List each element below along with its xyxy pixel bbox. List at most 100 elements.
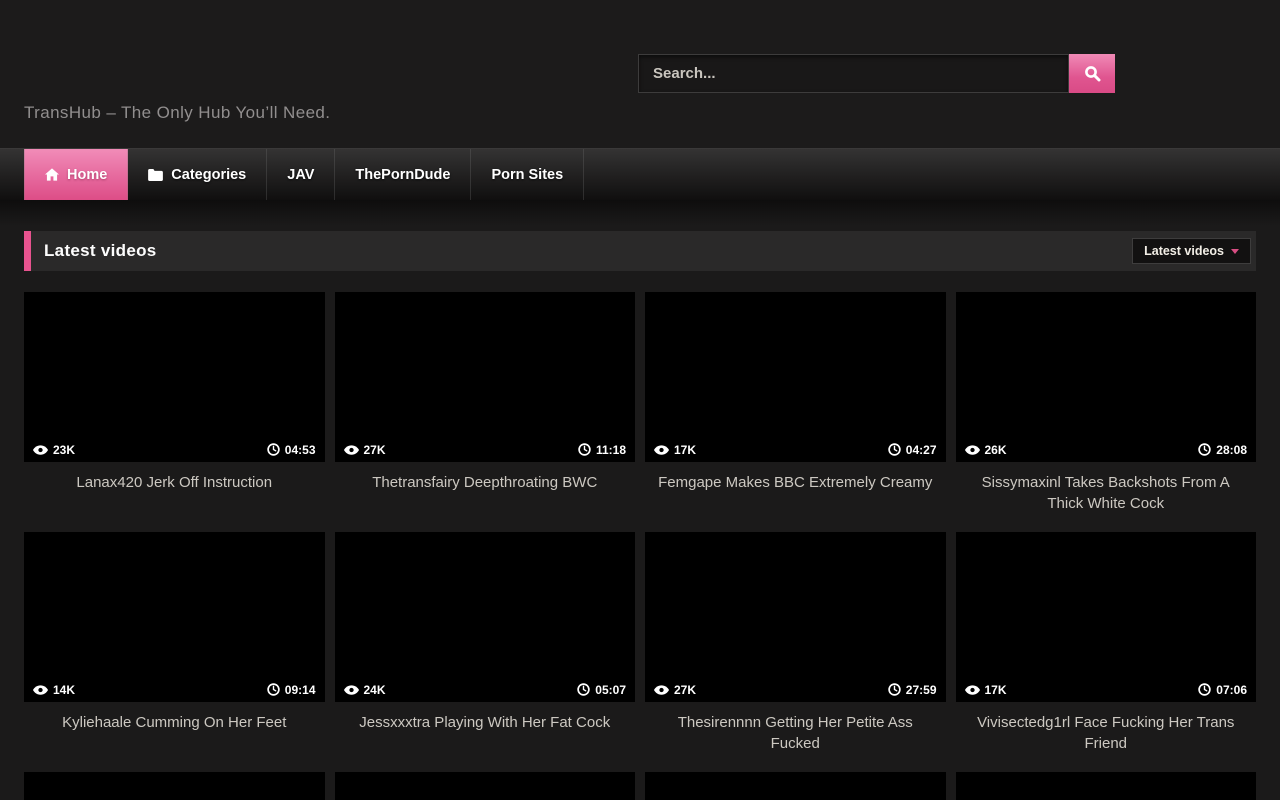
views-stat: 24K — [344, 683, 386, 697]
video-duration: 09:14 — [285, 683, 316, 697]
video-duration: 27:59 — [906, 683, 937, 697]
video-views: 24K — [364, 683, 386, 697]
nav-item-theporndude[interactable]: ThePornDude — [335, 149, 471, 200]
video-title[interactable]: Thetransfairy Deepthroating BWC — [335, 462, 636, 493]
video-thumbnail[interactable]: 17K 07:06 — [956, 532, 1257, 702]
video-duration: 11:18 — [596, 443, 626, 457]
video-card[interactable]: 27K 27:59 Thesirennnn Getting Her Petite… — [645, 532, 946, 772]
video-card[interactable]: 24K 05:07 Jessxxxtra Playing With Her Fa… — [335, 532, 636, 772]
video-stats-bar: 24K 05:07 — [335, 677, 636, 702]
sort-dropdown[interactable]: Latest videos — [1132, 238, 1251, 264]
nav-item-label: JAV — [287, 167, 314, 183]
duration-stat: 07:06 — [1198, 683, 1247, 697]
duration-stat: 28:08 — [1198, 443, 1247, 457]
video-duration: 07:06 — [1216, 683, 1247, 697]
video-stats-bar: 27K 11:18 — [335, 437, 636, 462]
clock-icon — [1198, 443, 1211, 456]
views-stat: 26K — [965, 443, 1007, 457]
caret-down-icon — [1231, 249, 1239, 254]
video-card[interactable]: 26K 28:08 Sissymaxinl Takes Backshots Fr… — [956, 292, 1257, 532]
video-card-partial[interactable] — [645, 772, 946, 800]
video-card[interactable]: 27K 11:18 Thetransfairy Deepthroating BW… — [335, 292, 636, 532]
nav-shadow — [0, 200, 1280, 226]
sort-dropdown-label: Latest videos — [1144, 244, 1224, 258]
clock-icon — [267, 683, 280, 696]
video-thumbnail[interactable] — [645, 772, 946, 800]
home-icon — [45, 168, 59, 181]
eye-icon — [33, 685, 48, 695]
eye-icon — [344, 685, 359, 695]
video-thumbnail[interactable]: 14K 09:14 — [24, 532, 325, 702]
clock-icon — [577, 683, 590, 696]
video-card[interactable]: 17K 04:27 Femgape Makes BBC Extremely Cr… — [645, 292, 946, 532]
eye-icon — [965, 685, 980, 695]
nav-item-home[interactable]: Home — [24, 149, 128, 200]
nav-item-porn-sites[interactable]: Porn Sites — [471, 149, 584, 200]
nav-item-label: Categories — [171, 167, 246, 183]
eye-icon — [965, 445, 980, 455]
duration-stat: 04:27 — [888, 443, 937, 457]
video-views: 27K — [674, 683, 696, 697]
site-tagline: TransHub – The Only Hub You’ll Need. — [24, 103, 330, 123]
video-card-partial[interactable] — [24, 772, 325, 800]
search-form — [638, 54, 1115, 93]
video-title[interactable]: Jessxxxtra Playing With Her Fat Cock — [335, 702, 636, 733]
video-card-partial[interactable] — [335, 772, 636, 800]
clock-icon — [1198, 683, 1211, 696]
video-stats-bar: 17K 04:27 — [645, 437, 946, 462]
eye-icon — [344, 445, 359, 455]
nav-item-label: ThePornDude — [355, 167, 450, 183]
video-thumbnail[interactable]: 27K 11:18 — [335, 292, 636, 462]
search-button[interactable] — [1069, 54, 1115, 93]
duration-stat: 11:18 — [578, 443, 626, 457]
video-thumbnail[interactable]: 27K 27:59 — [645, 532, 946, 702]
video-title[interactable]: Lanax420 Jerk Off Instruction — [24, 462, 325, 493]
nav-item-label: Porn Sites — [491, 167, 563, 183]
video-views: 27K — [364, 443, 386, 457]
video-title[interactable]: Femgape Makes BBC Extremely Creamy — [645, 462, 946, 493]
video-thumbnail[interactable] — [24, 772, 325, 800]
eye-icon — [654, 445, 669, 455]
duration-stat: 05:07 — [577, 683, 626, 697]
video-thumbnail[interactable] — [335, 772, 636, 800]
video-stats-bar: 27K 27:59 — [645, 677, 946, 702]
section-title: Latest videos — [44, 241, 157, 261]
eye-icon — [33, 445, 48, 455]
search-input[interactable] — [638, 54, 1069, 93]
video-card-partial[interactable] — [956, 772, 1257, 800]
clock-icon — [267, 443, 280, 456]
section-header: Latest videos Latest videos — [24, 231, 1256, 271]
video-title[interactable]: Vivisectedg1rl Face Fucking Her Trans Fr… — [956, 702, 1257, 754]
magnifier-icon — [1084, 65, 1101, 82]
video-duration: 04:27 — [906, 443, 937, 457]
duration-stat: 09:14 — [267, 683, 316, 697]
video-duration: 28:08 — [1216, 443, 1247, 457]
folder-icon — [148, 169, 163, 181]
views-stat: 23K — [33, 443, 75, 457]
video-views: 23K — [53, 443, 75, 457]
video-stats-bar: 14K 09:14 — [24, 677, 325, 702]
video-grid: 23K 04:53 Lanax420 Jerk Off Instruction — [24, 292, 1256, 800]
main-nav: Home Categories JAV ThePornDude Porn Sit… — [0, 148, 1280, 200]
video-card[interactable]: 23K 04:53 Lanax420 Jerk Off Instruction — [24, 292, 325, 532]
video-title[interactable]: Sissymaxinl Takes Backshots From A Thick… — [956, 462, 1257, 514]
video-thumbnail[interactable] — [956, 772, 1257, 800]
views-stat: 27K — [344, 443, 386, 457]
nav-item-jav[interactable]: JAV — [267, 149, 335, 200]
nav-item-categories[interactable]: Categories — [128, 149, 267, 200]
video-thumbnail[interactable]: 23K 04:53 — [24, 292, 325, 462]
video-thumbnail[interactable]: 17K 04:27 — [645, 292, 946, 462]
video-card[interactable]: 14K 09:14 Kyliehaale Cumming On Her Feet — [24, 532, 325, 772]
views-stat: 27K — [654, 683, 696, 697]
video-title[interactable]: Thesirennnn Getting Her Petite Ass Fucke… — [645, 702, 946, 754]
page-header: TransHub – The Only Hub You’ll Need. — [0, 0, 1280, 148]
views-stat: 17K — [654, 443, 696, 457]
video-views: 17K — [985, 683, 1007, 697]
video-thumbnail[interactable]: 26K 28:08 — [956, 292, 1257, 462]
duration-stat: 27:59 — [888, 683, 937, 697]
video-thumbnail[interactable]: 24K 05:07 — [335, 532, 636, 702]
video-stats-bar: 23K 04:53 — [24, 437, 325, 462]
video-title[interactable]: Kyliehaale Cumming On Her Feet — [24, 702, 325, 733]
video-card[interactable]: 17K 07:06 Vivisectedg1rl Face Fucking He… — [956, 532, 1257, 772]
views-stat: 17K — [965, 683, 1007, 697]
